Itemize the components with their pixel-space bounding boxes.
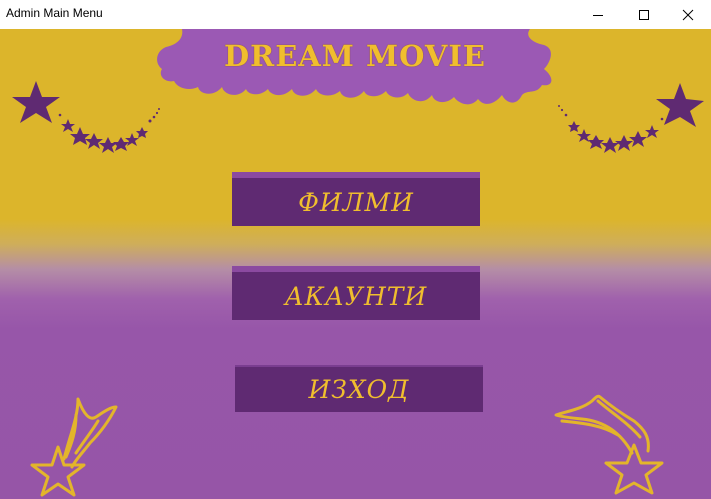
exit-button-label: ИЗХОД <box>308 375 410 404</box>
close-icon <box>682 9 694 20</box>
window-titlebar[interactable]: Admin Main Menu <box>0 0 711 29</box>
title-banner: DREAM MOVIE <box>152 29 558 111</box>
exit-button[interactable]: ИЗХОД <box>235 365 483 412</box>
maximize-icon <box>639 9 649 20</box>
maximize-button[interactable] <box>621 0 667 29</box>
minimize-icon <box>593 14 603 16</box>
shooting-star-right-icon <box>554 394 664 495</box>
accounts-button[interactable]: АКАУНТИ <box>232 266 480 320</box>
films-button-label: ФИЛМИ <box>298 187 414 217</box>
films-button[interactable]: ФИЛМИ <box>232 172 480 226</box>
close-button[interactable] <box>665 0 711 29</box>
minimize-button[interactable] <box>575 0 621 29</box>
window-title: Admin Main Menu <box>6 6 103 20</box>
accounts-button-label: АКАУНТИ <box>284 281 428 311</box>
star-trail-right-icon <box>558 83 704 153</box>
main-menu-panel: DREAM MOVIE ФИЛМИ АКАУНТИ ИЗХОД <box>0 29 711 499</box>
star-trail-left-icon <box>12 81 160 153</box>
app-title: DREAM MOVIE <box>223 39 487 73</box>
shooting-star-left-icon <box>30 397 118 497</box>
